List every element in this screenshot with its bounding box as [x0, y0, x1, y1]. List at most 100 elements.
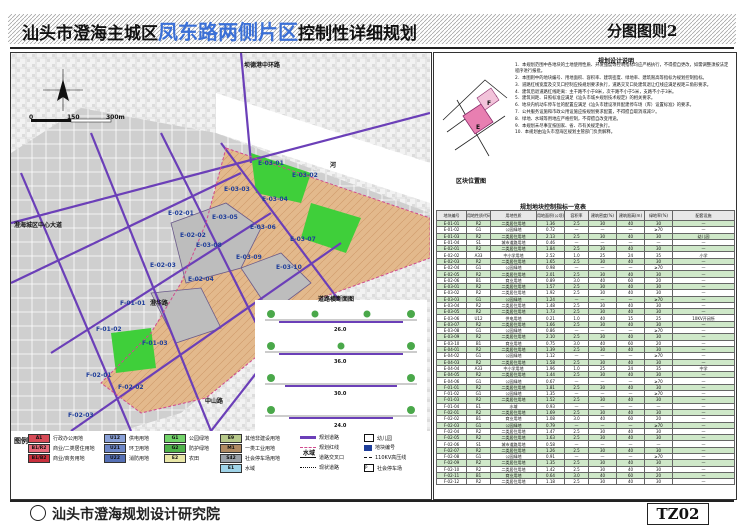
- column-header: 用地面积(公顷): [536, 210, 565, 221]
- table-row: F-02-12 R2 二类居住用地 1.18 2.5 30 40 30—: [436, 478, 735, 486]
- institute-logo-icon: [30, 505, 46, 521]
- road-label-lower-right: 中山路: [205, 398, 224, 405]
- column-header: 配套设施: [672, 210, 735, 221]
- parcel-label: E-03-01: [258, 160, 284, 167]
- legend-item: E1 水域: [220, 464, 255, 473]
- water-label: 水域: [303, 450, 316, 457]
- section-dim: 24.0: [334, 423, 347, 429]
- legend-item: E9 其他非建设用地: [220, 434, 280, 443]
- page-title: 汕头市澄海主城区凤东路两侧片区控制性详细规划: [22, 20, 417, 44]
- drawing-code: TZ02: [647, 503, 709, 525]
- note-item: 2．本图则中的地块编号、用地面积、容积率、建筑密度、绿地率、建筑限高等指标为规划…: [515, 76, 707, 82]
- legend-item: G1 公园绿地: [164, 434, 209, 443]
- legend-line: 幼儿园: [364, 434, 392, 442]
- note-item: 7．公共服务设施和市政公用设施应按规划要求配置，不得擅自取消或减少。: [515, 110, 660, 116]
- location-letter-e: E: [476, 124, 481, 131]
- parcel-label: F-02-02: [118, 384, 144, 391]
- legend-item: M1 一类工业用地: [220, 444, 275, 453]
- notes-body: 1．本规划范围中各地块的土地使用性质、开发强度等控制指标均应严格执行，不得擅自更…: [515, 63, 729, 137]
- legend-item: U12 供电用地: [104, 434, 149, 443]
- legend-item: A1 行政办公用地: [28, 434, 83, 443]
- legend-line: 地块编号: [364, 444, 395, 451]
- column-header: 用地性质代码: [466, 210, 491, 221]
- sheet-name: 分图图则2: [607, 22, 678, 40]
- table-cell: 30: [644, 478, 673, 486]
- legend-item: S42 社会停车场用地: [220, 454, 280, 463]
- legend-item: U21 环卫用地: [104, 444, 149, 453]
- location-letter-f: F: [487, 100, 492, 107]
- plan-sheet: { "header": { "title_prefix": "汕头市澄海主城区"…: [0, 0, 744, 532]
- scale-label-0: 0: [29, 114, 34, 121]
- parcel-label: E-02-01: [168, 210, 194, 217]
- institute-name: 汕头市澄海规划设计研究院: [30, 504, 220, 524]
- parcel-label: E-03-08: [196, 242, 222, 249]
- column-header: 建筑密度(%): [588, 210, 617, 221]
- parcel-label: E-02-04: [188, 276, 214, 283]
- legend-line: 规划道路: [300, 434, 339, 441]
- section-dim: 30.0: [334, 391, 347, 397]
- road-label-left: 澄海城区中心大道: [14, 222, 63, 229]
- institute-text: 汕头市澄海规划设计研究院: [52, 507, 220, 523]
- parcel-label: E-03-03: [224, 186, 250, 193]
- column-header: 绿地率(%): [644, 210, 673, 221]
- table-cell: 1.18: [536, 478, 565, 486]
- scale-label-150: 150: [67, 114, 80, 121]
- sections-title: 道路横断面图: [318, 296, 355, 303]
- note-item: 5．建筑间距、日照标准应满足《汕头市城乡规划技术规定》的相关要求。: [515, 96, 656, 102]
- column-header: 地块编号: [436, 210, 467, 221]
- note-item: 10．本规划由汕头市澄海区规划主管部门负责解释。: [515, 130, 615, 136]
- table-cell: 二类居住用地: [490, 478, 537, 486]
- column-header: 建筑限高(m): [616, 210, 645, 221]
- legend-line: P 社会停车场: [364, 464, 403, 472]
- river-label: 河: [330, 162, 337, 169]
- parcel-label: E-03-07: [290, 236, 316, 243]
- parcel-label: F-02-03: [68, 412, 94, 419]
- location-map-caption: 区块位置图: [456, 178, 487, 185]
- legend-item: G2 防护绿地: [164, 444, 209, 453]
- location-map: [437, 60, 511, 172]
- note-item: 8．绿地、水域等用地应严格控制，不得擅自改变用途。: [515, 116, 621, 122]
- parcel-label: F-01-03: [142, 340, 168, 347]
- legend: 图例 A1 行政办公用地 B1/R2 商业/二类居住用地 B1/B2 商业/商务用地 …: [14, 432, 426, 496]
- table-cell: 30: [588, 478, 617, 486]
- title-highlight: 凤东路两侧片区: [158, 20, 298, 44]
- parcel-label: E-03-04: [262, 196, 288, 203]
- road-sections-inset: [255, 300, 427, 435]
- bottom-rule: [10, 500, 734, 502]
- legend-item: B1/B2 商业/商务用地: [28, 454, 85, 463]
- parcel-label: E-03-06: [250, 224, 276, 231]
- table-cell: 2.5: [564, 478, 589, 486]
- table-header-row: 地块编号 用地性质代码 用地性质 用地面积(公顷) 容积率 建筑密度(%) 建筑…: [436, 210, 735, 221]
- parcel-label: F-01-02: [96, 326, 122, 333]
- table-body: E-01-01 R2 二类居住用地 1.36 2.5 30 40 30— E-01-02 G1 公园…: [436, 219, 735, 486]
- legend-item: U22 消防用地: [104, 454, 149, 463]
- parcel-label: E-03-10: [276, 264, 302, 271]
- legend-line: 110KV高压线: [364, 454, 406, 461]
- section-dim: 26.0: [334, 327, 347, 333]
- parcel-label: E-03-05: [212, 214, 238, 221]
- scale-label-300: 300m: [106, 114, 125, 121]
- parcel-label: F-02-01: [86, 372, 112, 379]
- road-label-bottom: 澄华路: [150, 300, 169, 307]
- legend-item: E2 农田: [164, 454, 199, 463]
- top-rule: [10, 47, 734, 49]
- table-cell: —: [672, 478, 735, 486]
- table-cell: F-02-12: [436, 478, 467, 486]
- parcel-label: E-02-03: [150, 262, 176, 269]
- note-item: 1．本规划范围中各地块的土地使用性质、开发强度等控制指标均应严格执行，不得擅自更…: [515, 63, 729, 75]
- note-item: 6．地块内机动车停车位的配置应满足《汕头市建设项目配建停车场（库）设置标准》的要…: [515, 103, 694, 109]
- parcel-label: E-03-02: [292, 172, 318, 179]
- table-cell: 40: [616, 478, 645, 486]
- legend-line: 现状道路: [300, 464, 339, 471]
- parcel-label: F-01-01: [120, 300, 146, 307]
- table-cell: R2: [466, 478, 491, 486]
- parcel-label: E-02-02: [180, 232, 206, 239]
- road-label-top: 坝德港中环路: [244, 62, 281, 69]
- section-dim: 36.0: [334, 359, 347, 365]
- column-header: 用地性质: [490, 210, 537, 221]
- column-header: 容积率: [564, 210, 589, 221]
- parcel-label: E-03-09: [236, 254, 262, 261]
- legend-item: B1/R2 商业/二类居住用地: [28, 444, 95, 453]
- note-item: 3．道路红线宽度及交叉口控制应按规划要求执行，道路交叉口处建筑退让红线应满足视距…: [515, 82, 712, 88]
- control-index-table: 地块编号 用地性质代码 用地性质 用地面积(公顷) 容积率 建筑密度(%) 建筑…: [436, 210, 735, 486]
